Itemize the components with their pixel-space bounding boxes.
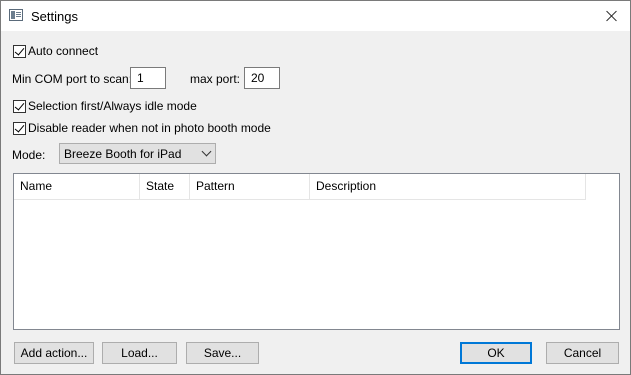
add-action-button[interactable]: Add action... [14, 342, 94, 364]
max-port-label: max port: [190, 72, 241, 86]
min-com-port-label: Min COM port to scan: [12, 72, 133, 86]
column-header-pattern[interactable]: Pattern [190, 174, 310, 199]
close-icon[interactable] [594, 1, 630, 31]
min-com-port-input[interactable]: 1 [130, 67, 166, 89]
chevron-down-icon [201, 146, 212, 157]
disable-reader-option[interactable]: Disable reader when not in photo booth m… [13, 120, 271, 136]
settings-dialog: Settings Auto connect Min COM port to sc… [0, 0, 631, 375]
mode-selected-value: Breeze Booth for iPad [64, 147, 182, 161]
max-port-input[interactable]: 20 [244, 67, 280, 89]
disable-reader-label: Disable reader when not in photo booth m… [28, 121, 271, 135]
auto-connect-label: Auto connect [28, 44, 99, 58]
selection-first-checkbox[interactable] [13, 99, 26, 113]
selection-first-label: Selection first/Always idle mode [28, 99, 197, 113]
column-header-description[interactable]: Description [310, 174, 586, 199]
mode-label: Mode: [12, 148, 46, 162]
column-header-state[interactable]: State [140, 174, 190, 199]
window-title: Settings [31, 9, 78, 24]
column-header-name[interactable]: Name [14, 174, 140, 199]
load-button[interactable]: Load... [102, 342, 177, 364]
save-button[interactable]: Save... [186, 342, 259, 364]
auto-connect-option[interactable]: Auto connect [13, 43, 98, 59]
selection-first-option[interactable]: Selection first/Always idle mode [13, 98, 197, 114]
disable-reader-checkbox[interactable] [13, 121, 26, 135]
ok-button[interactable]: OK [460, 342, 532, 364]
app-window-icon [9, 9, 23, 21]
actions-table[interactable]: Name State Pattern Description [13, 173, 620, 330]
cancel-button[interactable]: Cancel [546, 342, 619, 364]
title-bar: Settings [1, 1, 630, 31]
auto-connect-checkbox[interactable] [13, 44, 26, 58]
table-header: Name State Pattern Description [14, 174, 586, 200]
mode-dropdown[interactable]: Breeze Booth for iPad [59, 143, 216, 164]
